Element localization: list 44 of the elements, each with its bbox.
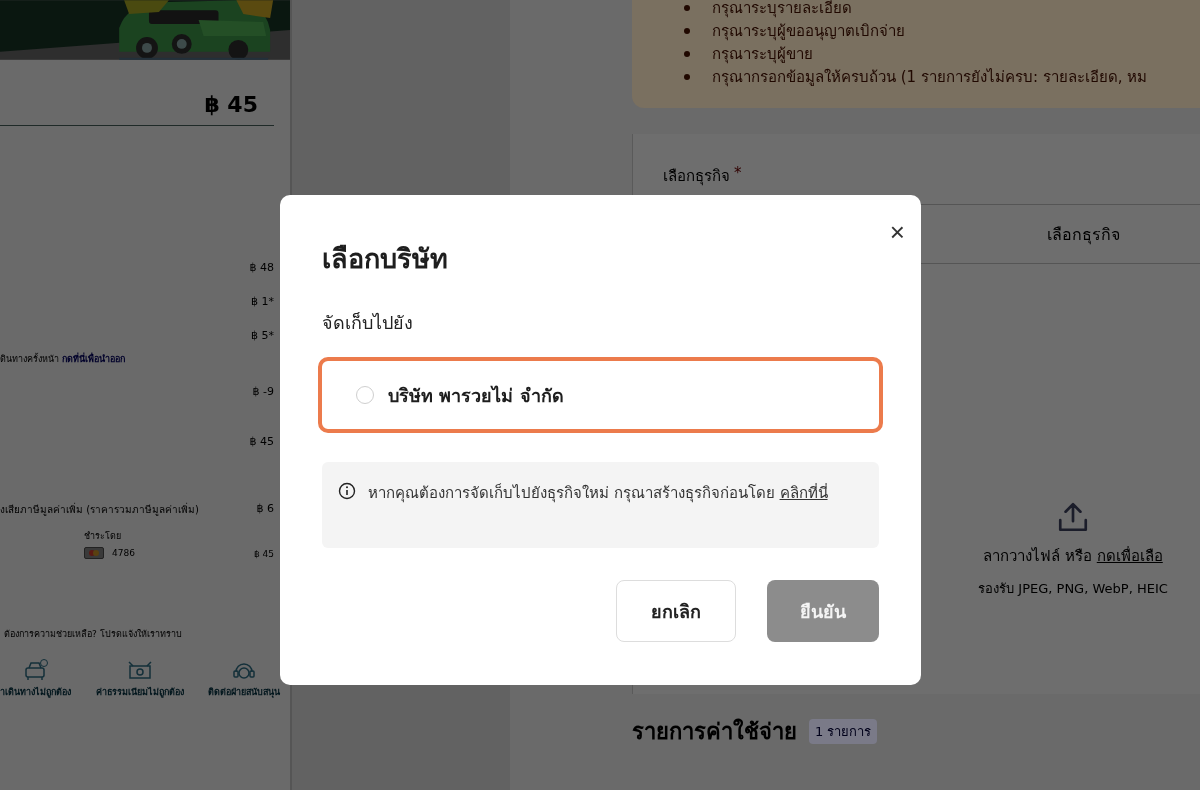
help-item[interactable]: ติดต่อฝ่ายสนับสนุน (208, 659, 280, 699)
bullet-icon (684, 50, 690, 57)
fare-amount: ฿ -9 (252, 384, 274, 398)
fare-amount: ฿ 45 (249, 434, 274, 448)
alert-text: กรุณากรอกข้อมูลให้ครบถ้วน (1 รายการยังไม่ครบ: รายละเอียด, หม (712, 66, 1148, 89)
required-mark: * (734, 164, 742, 184)
close-button[interactable]: × (889, 219, 905, 245)
alert-text: กรุณาระบุรายละเอียด (712, 0, 852, 20)
info-icon (338, 482, 356, 500)
option-label: บริษัท พารวยไม่ จำกัด (388, 383, 564, 408)
total-amount: ฿ 45 (204, 92, 258, 117)
fare-amount: ฿ 5* (251, 328, 274, 342)
bullet-icon (684, 27, 690, 34)
vat-amount: ฿ 6 (256, 502, 274, 517)
payment-label: ชำระโดย (84, 530, 122, 543)
choose-file-link[interactable]: กดเพื่อเลือ (1096, 547, 1163, 565)
count-badge: 1 รายการ (809, 719, 878, 744)
card-number: 4786 (112, 548, 135, 558)
alert-text: กรุณาระบุผู้ขาย (712, 43, 813, 66)
upload-icon (1056, 500, 1090, 534)
info-text: หากคุณต้องการจัดเก็บไปยังธุรกิจใหม่ กรุณาสร้างธุรกิจก่อนโดย คลิกที่นี่ (368, 482, 828, 505)
help-text: ต้องการความช่วยเหลือ? โปรดแจ้งให้เราทราบ (3, 628, 183, 641)
fare-amount: ฿ 48 (249, 260, 274, 274)
help-item[interactable]: าเดินทางไม่ถูกต้อง (0, 659, 71, 699)
credit-card-icon (84, 547, 104, 559)
click-here-link[interactable]: คลิกที่นี่ (779, 484, 828, 502)
bullet-icon (684, 73, 690, 80)
section-title: รายการค่าใช้จ่าย (632, 717, 797, 746)
help-item[interactable]: ค่าธรรมเนียมไม่ถูกต้อง (95, 659, 184, 699)
upload-text: ลากวางไฟล์ หรือ กดเพื่อเลือ (983, 545, 1163, 567)
vat-label: งเสียภาษีมูลค่าเพิ่ม (ราคารวมภาษีมูลค่าเพิ่ม) (0, 502, 199, 517)
cancel-button[interactable]: ยกเลิก (616, 580, 736, 642)
bullet-icon (684, 4, 690, 11)
dialog-title: เลือกบริษัท (322, 242, 448, 276)
alert-text: กรุณาระบุผู้ขออนุญาตเบิกจ่าย (712, 20, 905, 43)
section-label: จัดเก็บไปยัง (322, 311, 414, 335)
payment-amount: ฿ 45 (253, 549, 274, 559)
remove-link[interactable]: กดที่นี่เพื่อนำออก (61, 354, 125, 364)
field-label: เลือกธุรกิจ (663, 166, 730, 186)
banknote-icon (126, 659, 153, 681)
car-icon (22, 659, 49, 681)
fare-amount: ฿ 1* (251, 294, 274, 308)
supported-formats: รองรับ JPEG, PNG, WebP, HEIC (978, 580, 1168, 598)
company-option[interactable]: บริษัท พารวยไม่ จำกัด (318, 357, 883, 433)
